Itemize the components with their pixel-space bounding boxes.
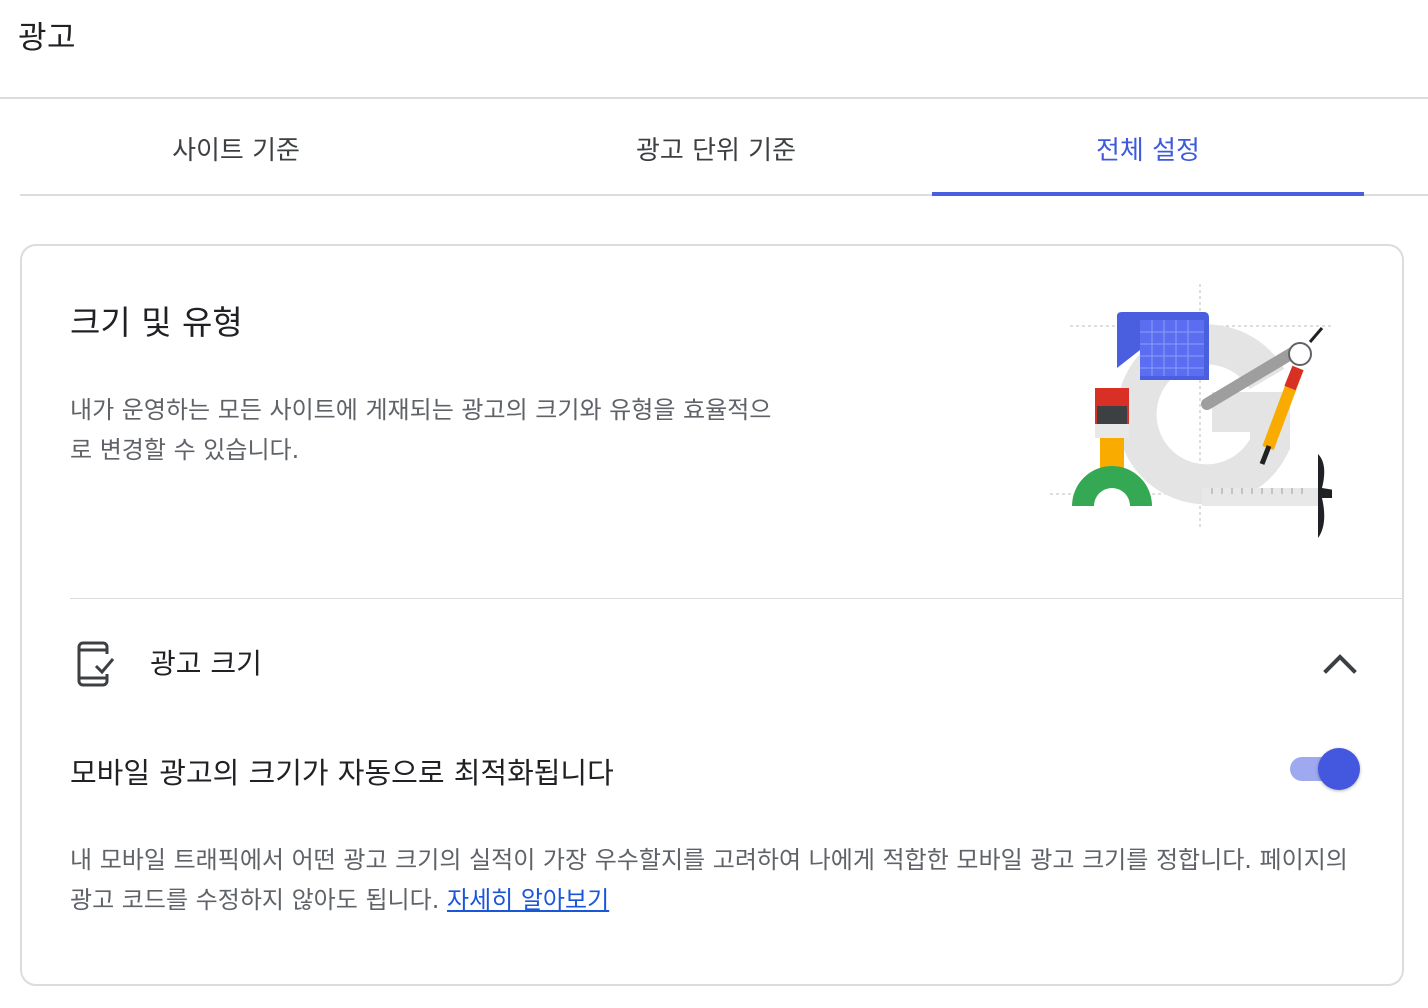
section-divider xyxy=(70,598,1404,599)
auto-optimize-setting-row: 모바일 광고의 크기가 자동으로 최적화됩니다 xyxy=(70,746,1360,796)
ad-size-section-header[interactable]: 광고 크기 xyxy=(70,636,1360,692)
section-title: 크기 및 유형 xyxy=(70,303,243,342)
app-header: 광고 xyxy=(0,0,1428,99)
tab-global-settings[interactable]: 전체 설정 xyxy=(932,100,1364,196)
tab-by-ad-unit[interactable]: 광고 단위 기준 xyxy=(500,100,932,196)
chevron-up-icon[interactable] xyxy=(1320,644,1360,684)
learn-more-link[interactable]: 자세히 알아보기 xyxy=(447,886,609,914)
design-tools-illustration xyxy=(1050,284,1332,538)
active-tab-indicator xyxy=(932,192,1364,196)
page: 광고 사이트 기준 광고 단위 기준 전체 설정 크기 및 유형 내가 운영하는… xyxy=(0,0,1428,1008)
auto-optimize-description-text: 내 모바일 트래픽에서 어떤 광고 크기의 실적이 가장 우수할지를 고려하여 … xyxy=(70,846,1348,914)
tab-by-site[interactable]: 사이트 기준 xyxy=(20,100,452,196)
page-title: 광고 xyxy=(18,20,77,56)
section-description: 내가 운영하는 모든 사이트에 게재되는 광고의 크기와 유형을 효율적으로 변… xyxy=(70,396,772,464)
auto-optimize-description: 내 모바일 트래픽에서 어떤 광고 크기의 실적이 가장 우수할지를 고려하여 … xyxy=(70,840,1360,920)
toggle-knob xyxy=(1318,748,1360,790)
mobile-check-icon xyxy=(77,641,115,687)
settings-card: 크기 및 유형 내가 운영하는 모든 사이트에 게재되는 광고의 크기와 유형을… xyxy=(20,244,1404,986)
tab-bar: 사이트 기준 광고 단위 기준 전체 설정 xyxy=(20,100,1428,196)
auto-optimize-label: 모바일 광고의 크기가 자동으로 최적화됩니다 xyxy=(70,756,614,790)
ad-size-title: 광고 크기 xyxy=(150,647,262,680)
auto-optimize-toggle[interactable] xyxy=(1286,748,1360,790)
